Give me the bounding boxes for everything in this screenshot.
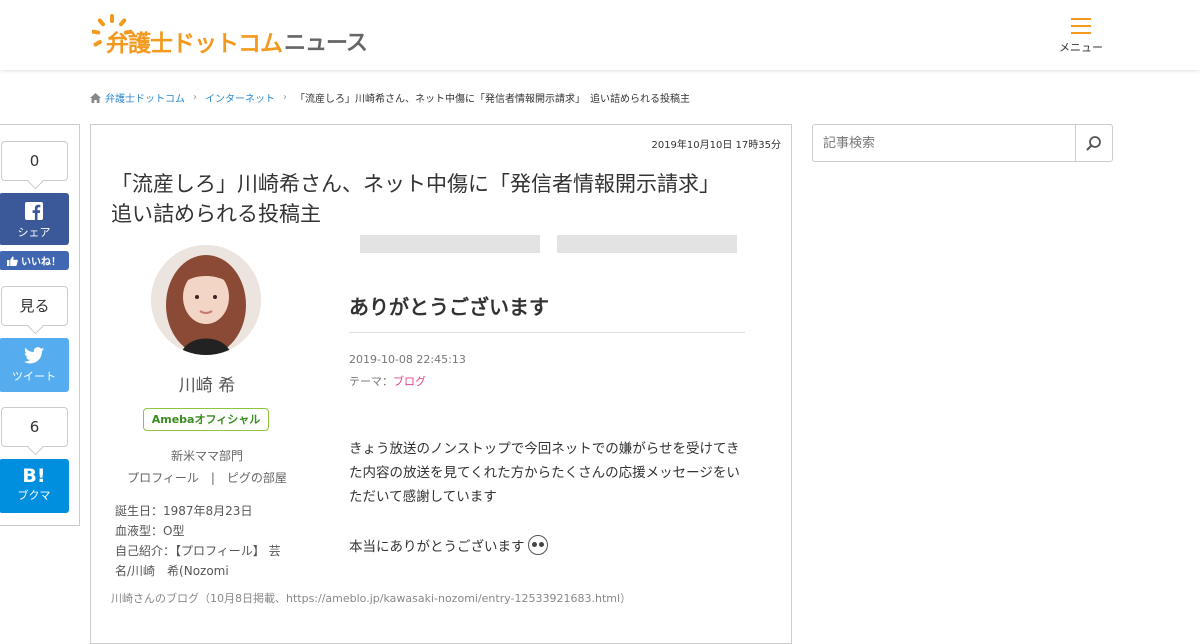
home-icon	[90, 92, 101, 103]
share-bar: 0 シェア いいね！ 見る ツイート 6 B! ブクマ	[0, 124, 80, 526]
article-date: 2019年10月10日 17時35分	[651, 140, 781, 151]
chevron-right-icon: ›	[283, 92, 287, 103]
blog-profile-links-text: プロフィール | ピグの部屋	[127, 471, 287, 485]
search-icon	[1086, 136, 1101, 151]
profile-line: 誕生日：1987年8月23日	[115, 504, 253, 518]
blog-post-date: 2019-10-08 22:45:13	[349, 353, 466, 366]
logo-main-text: 弁護士ドットコム	[106, 31, 283, 57]
blog-prev-tab	[360, 235, 540, 253]
twitter-icon	[24, 347, 44, 364]
facebook-share-count: 0	[1, 141, 68, 181]
blog-post-thanks-text: 本当にありがとうございます	[349, 539, 525, 555]
blog-screenshot-image: 川崎 希 Amebaオフィシャル 新米ママ部門 プロフィール | ピグの部屋 誕…	[93, 235, 790, 583]
blog-next-tab	[557, 235, 737, 253]
menu-label: メニュー	[1059, 41, 1103, 54]
profile-line: 自己紹介：【プロフィール】 芸	[115, 544, 281, 558]
chevron-right-icon: ›	[193, 92, 197, 103]
ameba-official-badge: Amebaオフィシャル	[143, 408, 269, 431]
breadcrumb-home-link[interactable]: 弁護士ドットコム	[105, 90, 185, 105]
blog-post-divider	[349, 332, 745, 333]
blog-post-body: きょう放送のノンストップで今回ネットでの嫌がらせを受けてきた内容の放送を見てくれ…	[349, 441, 740, 505]
hatena-bookmark-label: ブクマ	[17, 489, 51, 502]
breadcrumb: 弁護士ドットコム › インターネット › 「流産しろ」川崎希さん、ネット中傷に「…	[90, 90, 690, 105]
blog-post-theme: テーマ：ブログ	[349, 373, 426, 389]
hatena-bookmark-count: 6	[1, 407, 68, 447]
article-title: 「流産しろ」川崎希さん、ネット中傷に「発信者情報開示請求」 追い詰められる投稿主	[111, 172, 731, 226]
search-button[interactable]	[1075, 125, 1112, 161]
twitter-share-count[interactable]: 見る	[1, 286, 68, 326]
menu-button[interactable]: メニュー	[1058, 18, 1104, 55]
twitter-share-button[interactable]: ツイート	[0, 338, 69, 392]
facebook-icon	[25, 202, 43, 220]
breadcrumb-current: 「流産しろ」川崎希さん、ネット中傷に「発信者情報開示請求」 追い詰められる投稿主	[295, 94, 690, 105]
breadcrumb-category-link[interactable]: インターネット	[205, 90, 275, 105]
facebook-share-label: シェア	[17, 226, 51, 239]
facebook-like-label: いいね！	[21, 257, 61, 268]
site-header: 弁護士ドットコム ニュース メニュー	[0, 0, 1200, 70]
blog-profile-name: 川崎 希	[178, 376, 236, 396]
facebook-share-button[interactable]: シェア	[0, 193, 69, 245]
blog-profile-details: 誕生日：1987年8月23日 血液型：O型 自己紹介：【プロフィール】 芸 名/…	[115, 501, 315, 581]
blog-post-thanks: 本当にありがとうございます	[349, 535, 548, 555]
facebook-like-button[interactable]: いいね！	[0, 251, 69, 270]
article-card: 2019年10月10日 17時35分 「流産しろ」川崎希さん、ネット中傷に「発信…	[90, 124, 792, 644]
blog-profile-links: 新米ママ部門 プロフィール | ピグの部屋	[93, 445, 321, 489]
blog-group: 新米ママ部門	[170, 449, 243, 463]
logo-sub-text: ニュース	[284, 31, 368, 56]
profile-line: 血液型：O型	[115, 524, 185, 538]
search-box	[812, 124, 1113, 162]
blog-post-theme-label: テーマ：	[349, 375, 393, 388]
blog-profile-panel: 川崎 希 Amebaオフィシャル 新米ママ部門 プロフィール | ピグの部屋 誕…	[93, 235, 353, 583]
image-caption: 川崎さんのブログ（10月8日掲載、https://ameblo.jp/kawas…	[111, 592, 632, 605]
smiley-face-icon	[527, 535, 548, 555]
hamburger-icon	[1071, 18, 1091, 34]
profile-line: 名/川崎 希(Nozomi	[115, 564, 229, 578]
blog-post-title: ありがとうございます	[349, 295, 549, 319]
twitter-share-label: ツイート	[12, 370, 56, 383]
search-input[interactable]	[813, 125, 1076, 161]
hatena-bookmark-icon: B!	[22, 465, 46, 487]
profile-photo	[151, 245, 261, 355]
site-logo[interactable]: 弁護士ドットコム ニュース	[92, 12, 368, 58]
thumbs-up-icon	[7, 256, 18, 266]
blog-post-theme-value: ブログ	[393, 375, 426, 388]
hatena-bookmark-button[interactable]: B! ブクマ	[0, 459, 69, 513]
